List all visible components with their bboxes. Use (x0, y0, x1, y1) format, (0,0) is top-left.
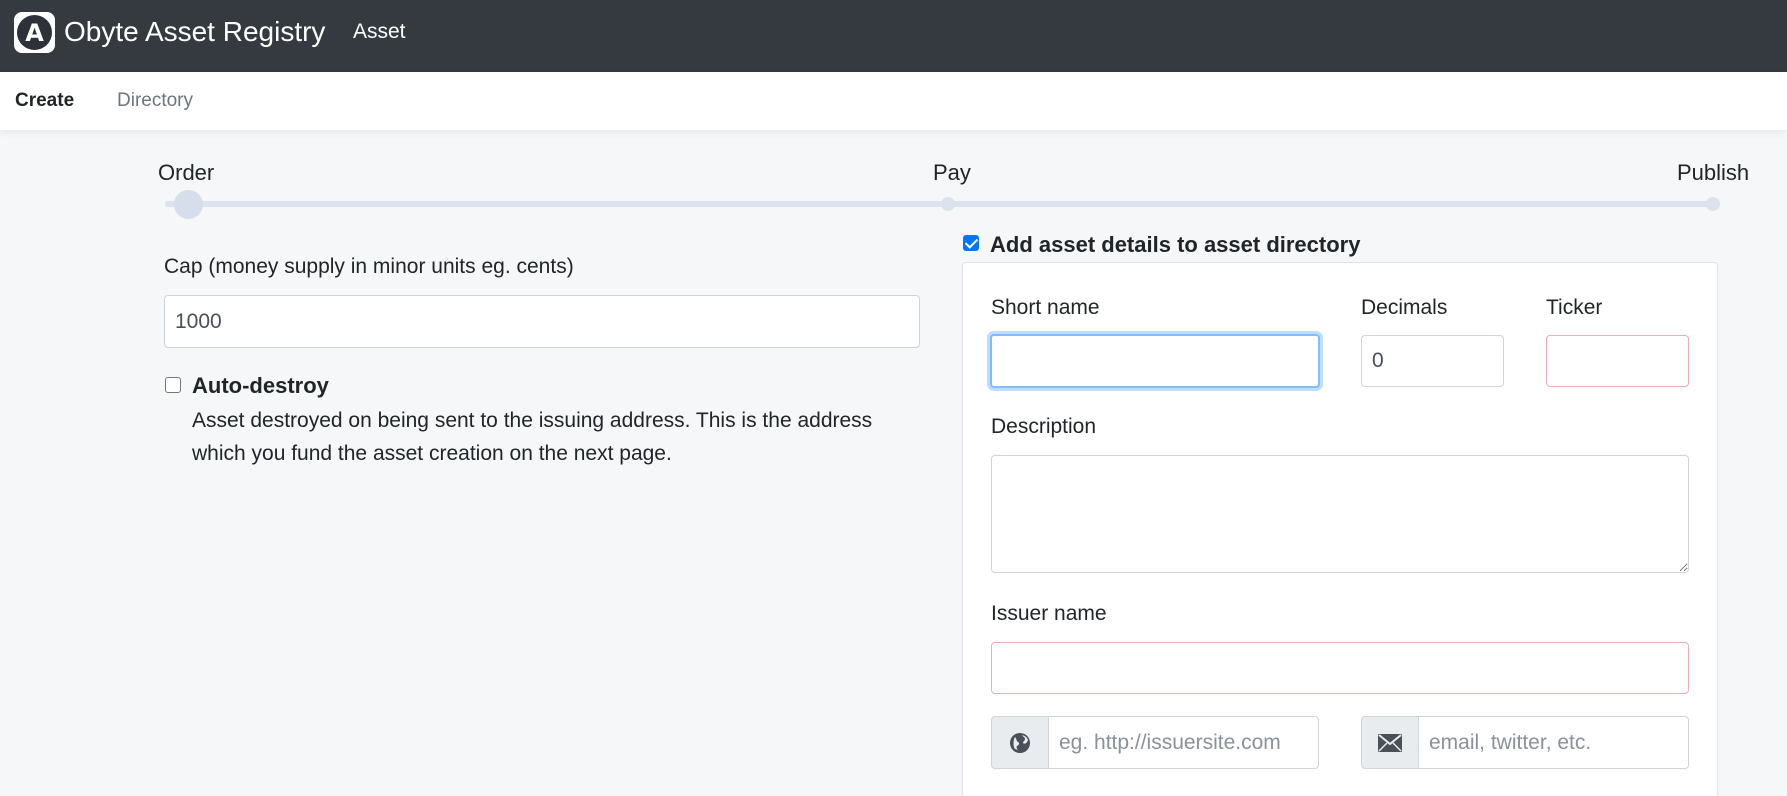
issuer-name-label: Issuer name (991, 602, 1107, 625)
logo-letter: A (17, 15, 52, 50)
ticker-label: Ticker (1546, 296, 1603, 319)
nav-link-asset[interactable]: Asset (353, 20, 406, 44)
website-addon (991, 716, 1049, 769)
website-input[interactable] (1049, 716, 1319, 769)
short-name-label: Short name (991, 296, 1100, 319)
description-label: Description (991, 415, 1097, 438)
envelope-icon (1378, 733, 1402, 752)
auto-destroy-checkbox[interactable] (165, 377, 181, 393)
auto-destroy-description: Asset destroyed on being sent to the iss… (192, 409, 873, 465)
top-navbar: A Obyte Asset Registry Asset (0, 0, 1787, 72)
step-label-order: Order (158, 160, 215, 185)
cap-label: Cap (money supply in minor units eg. cen… (164, 255, 574, 278)
obyte-logo-icon[interactable]: A (14, 12, 55, 53)
step-dot-current (174, 190, 203, 219)
decimals-input[interactable] (1361, 335, 1504, 387)
step-dot-publish (1706, 197, 1720, 211)
step-dot-pay (941, 197, 955, 211)
step-progress-track (165, 201, 1715, 207)
contact-addon (1361, 716, 1419, 769)
cap-input[interactable] (164, 295, 920, 348)
sub-navbar: Create Directory (0, 72, 1787, 130)
issuer-name-input[interactable] (991, 642, 1689, 694)
contact-input[interactable] (1419, 716, 1689, 769)
step-label-pay: Pay (933, 160, 971, 185)
short-name-input[interactable] (990, 334, 1320, 388)
add-to-directory-label[interactable]: Add asset details to asset directory (990, 232, 1360, 258)
decimals-label: Decimals (1361, 296, 1448, 319)
globe-icon (1010, 732, 1030, 753)
ticker-input[interactable] (1546, 335, 1689, 387)
step-label-publish: Publish (1677, 160, 1750, 185)
description-textarea[interactable] (991, 455, 1689, 573)
brand-title[interactable]: Obyte Asset Registry (64, 14, 325, 50)
add-to-directory-checkbox[interactable] (963, 235, 979, 251)
subnav-item-create[interactable]: Create (15, 89, 74, 113)
auto-destroy-label[interactable]: Auto-destroy (192, 373, 329, 399)
subnav-item-directory[interactable]: Directory (117, 89, 193, 113)
